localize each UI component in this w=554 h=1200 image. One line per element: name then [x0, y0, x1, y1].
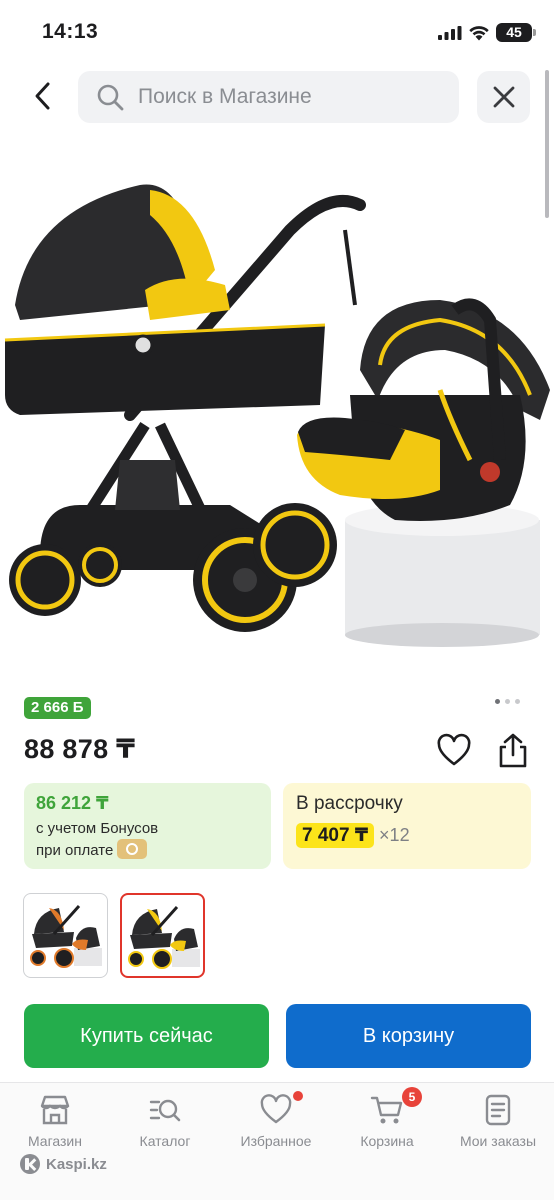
favorite-heart-icon[interactable]	[436, 733, 472, 769]
cart-count-badge: 5	[402, 1087, 422, 1107]
bonus-caption-2: при оплате	[36, 841, 114, 859]
search-placeholder: Поиск в Магазине	[138, 85, 312, 108]
carousel-dot	[495, 699, 500, 704]
kaspi-pay-icon	[117, 839, 148, 859]
search-input[interactable]: Поиск в Магазине	[78, 71, 459, 123]
stroller-bassinet	[4, 184, 326, 415]
bonus-price: 86 212 ₸	[36, 793, 109, 813]
product-image[interactable]	[0, 160, 554, 650]
variant-thumbnail-yellow[interactable]	[120, 893, 205, 978]
battery-indicator: 45	[496, 23, 536, 42]
catalog-search-icon	[149, 1099, 181, 1122]
carousel-dot	[515, 699, 520, 704]
bonus-caption-1: с учетом Бонусов	[36, 820, 159, 837]
wifi-icon	[469, 26, 489, 41]
brand-name: Kaspi.kz	[46, 1155, 107, 1173]
stroller-yellow-thumbnail	[128, 906, 200, 969]
installment-months: ×12	[379, 825, 410, 845]
heart-icon	[260, 1094, 292, 1124]
tab-orders[interactable]: Мои заказы	[443, 1091, 553, 1155]
image-carousel-dots	[495, 699, 520, 704]
stroller-orange-thumbnail	[30, 905, 102, 968]
tab-favorites[interactable]: Избранное	[221, 1091, 331, 1155]
tab-catalog[interactable]: Каталог	[110, 1091, 220, 1155]
buy-now-button[interactable]: Купить сейчас	[24, 1004, 269, 1068]
orders-icon	[485, 1094, 511, 1126]
installment-title: В рассрочку	[296, 793, 403, 814]
tab-store-label: Магазин	[27, 1133, 82, 1149]
tab-bar: Магазин Каталог Избранное 5 Корзина Мои …	[0, 1082, 554, 1200]
tab-favorites-label: Избранное	[240, 1133, 312, 1149]
back-button[interactable]	[24, 76, 60, 116]
share-icon[interactable]	[495, 732, 531, 770]
carousel-dot	[505, 699, 510, 704]
product-price: 88 878 ₸	[24, 734, 136, 764]
car-seat-pedestal	[345, 504, 540, 647]
bonus-badge: 2 666 Б	[24, 697, 91, 719]
cart-icon	[370, 1096, 403, 1124]
add-to-cart-button[interactable]: В корзину	[286, 1004, 531, 1068]
tab-cart[interactable]: 5 Корзина	[332, 1087, 442, 1155]
tab-catalog-label: Каталог	[139, 1133, 191, 1149]
store-icon	[40, 1095, 70, 1125]
installment-card[interactable]: В рассрочку 7 407 ₸ ×12	[283, 783, 531, 869]
tab-cart-label: Корзина	[360, 1133, 414, 1149]
kaspi-logo-icon	[20, 1154, 40, 1174]
tab-store[interactable]: Магазин	[0, 1091, 110, 1155]
status-bar: 14:13 45	[0, 0, 554, 66]
favorites-notification-dot	[293, 1091, 303, 1101]
chevron-left-icon	[35, 82, 50, 110]
brand-logo: Kaspi.kz	[20, 1153, 107, 1175]
car-seat	[297, 298, 550, 521]
close-icon	[493, 86, 514, 108]
variant-thumbnail-orange[interactable]	[23, 893, 108, 978]
search-icon	[97, 84, 124, 111]
close-button[interactable]	[477, 71, 530, 123]
bonus-price-card: 86 212 ₸ с учетом Бонусов при оплате	[24, 783, 271, 869]
cellular-signal-icon	[438, 26, 462, 40]
tab-orders-label: Мои заказы	[459, 1133, 537, 1149]
status-time: 14:13	[42, 20, 99, 43]
installment-monthly-amount: 7 407 ₸	[296, 823, 375, 848]
